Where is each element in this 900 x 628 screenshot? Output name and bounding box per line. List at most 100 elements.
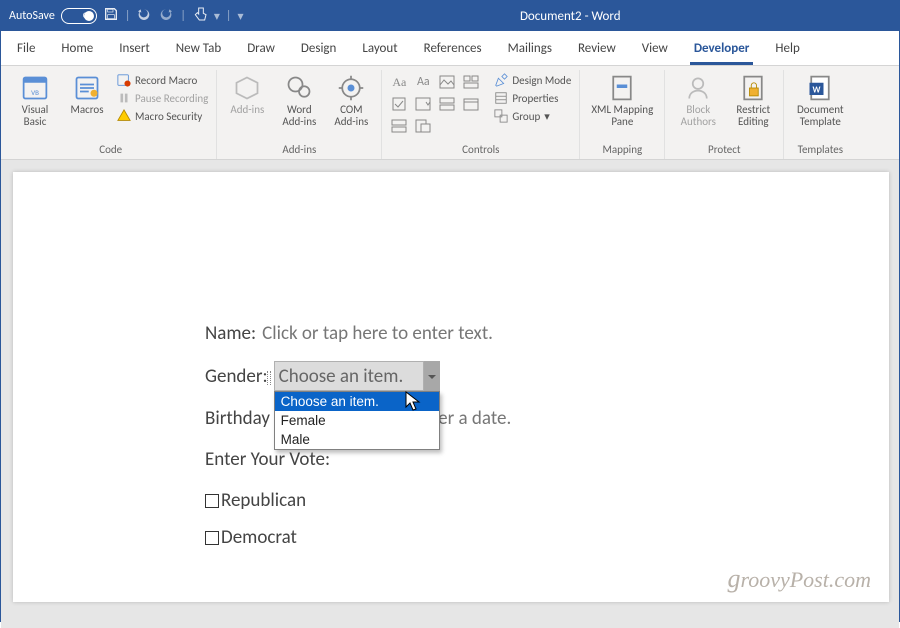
- tab-mailings[interactable]: Mailings: [504, 37, 556, 65]
- vote-label: Enter Your Vote:: [205, 448, 330, 471]
- gender-field: Gender: Choose an item. Choose an item. …: [205, 363, 889, 389]
- redo-icon[interactable]: [158, 6, 174, 26]
- document-page[interactable]: Name: Click or tap here to enter text. G…: [13, 172, 889, 602]
- watermark-text: roovyPost.com: [740, 567, 871, 592]
- autosave-state: Off: [83, 11, 93, 21]
- name-field[interactable]: Name: Click or tap here to enter text.: [205, 322, 889, 345]
- window-title: Document2 - Word: [249, 9, 891, 24]
- block-authors-label: Block Authors: [673, 104, 723, 128]
- save-icon[interactable]: [103, 6, 119, 26]
- pause-recording-label: Pause Recording: [135, 92, 208, 105]
- xml-mapping-label: XML Mapping Pane: [588, 104, 656, 128]
- record-macro-icon: [117, 73, 131, 87]
- pause-recording-icon: [117, 91, 131, 105]
- autosave-label: AutoSave: [9, 9, 55, 23]
- name-label: Name:: [205, 322, 256, 345]
- macro-security-button[interactable]: Macro Security: [115, 108, 210, 124]
- tab-layout[interactable]: Layout: [358, 37, 401, 65]
- control-repeating-button[interactable]: [388, 116, 410, 136]
- macros-button[interactable]: Macros: [63, 72, 111, 118]
- addins-icon: [233, 74, 261, 102]
- design-mode-icon: [494, 73, 508, 87]
- checkbox-republican[interactable]: [205, 494, 219, 508]
- vote-option-democrat-label: Democrat: [221, 526, 297, 549]
- mouse-cursor-icon: [405, 391, 421, 419]
- gender-label: Gender:: [205, 365, 268, 388]
- tab-help[interactable]: Help: [771, 37, 803, 65]
- vote-option-republican-label: Republican: [221, 489, 306, 512]
- tab-view[interactable]: View: [638, 37, 672, 65]
- group-protect-label: Protect: [671, 141, 777, 159]
- document-template-label: Document Template: [792, 104, 848, 128]
- gender-selected-value: Choose an item.: [279, 365, 404, 388]
- checkbox-democrat[interactable]: [205, 531, 219, 545]
- tab-newtab[interactable]: New Tab: [172, 37, 225, 65]
- group-addins-label: Add-ins: [223, 141, 375, 159]
- tab-design[interactable]: Design: [297, 37, 340, 65]
- group-label: Group: [512, 110, 540, 123]
- control-dropdown-button[interactable]: [436, 94, 458, 114]
- control-combobox-button[interactable]: [412, 94, 434, 114]
- chevron-down-icon: [427, 365, 437, 388]
- macro-security-label: Macro Security: [135, 110, 202, 123]
- autosave-toggle[interactable]: AutoSave Off: [9, 8, 97, 24]
- tab-insert[interactable]: Insert: [115, 37, 154, 65]
- record-macro-button[interactable]: Record Macro: [115, 72, 210, 88]
- control-legacy-button[interactable]: [412, 116, 434, 136]
- watermark: groovyPost.com: [727, 564, 871, 594]
- block-authors-button: Block Authors: [671, 72, 725, 130]
- chevron-down-icon: ▾: [544, 110, 550, 123]
- group-mapping: XML Mapping Pane Mapping: [580, 70, 665, 159]
- design-mode-button[interactable]: Design Mode: [492, 72, 573, 88]
- group-controls: Aa Aa Design Mode: [382, 70, 580, 159]
- group-controls-label: Controls: [388, 141, 573, 159]
- birthday-placeholder: ter a date.: [432, 407, 511, 430]
- group-code: VB Visual Basic Macros Record Macro Paus…: [5, 70, 217, 159]
- com-addins-icon: [337, 74, 365, 102]
- control-richtext-button[interactable]: Aa: [388, 72, 410, 92]
- ribbon: VB Visual Basic Macros Record Macro Paus…: [1, 66, 899, 160]
- vote-option-democrat[interactable]: Democrat: [205, 526, 889, 549]
- tab-review[interactable]: Review: [574, 37, 620, 65]
- document-template-button[interactable]: W Document Template: [790, 72, 850, 130]
- gender-option-male[interactable]: Male: [275, 430, 439, 449]
- restrict-editing-icon: [739, 74, 767, 102]
- tab-draw[interactable]: Draw: [243, 37, 279, 65]
- xml-mapping-button[interactable]: XML Mapping Pane: [586, 72, 658, 130]
- vote-option-republican[interactable]: Republican: [205, 489, 889, 512]
- group-addins: Add-ins Word Add-ins COM Add-ins Add-ins: [217, 70, 382, 159]
- control-picture-button[interactable]: [436, 72, 458, 92]
- group-button[interactable]: Group ▾: [492, 108, 573, 124]
- control-checkbox-button[interactable]: [388, 94, 410, 114]
- tab-references[interactable]: References: [420, 37, 486, 65]
- gender-dropdown-toggle[interactable]: [424, 361, 440, 391]
- gender-dropdown-display[interactable]: Choose an item.: [274, 361, 424, 391]
- properties-button[interactable]: Properties: [492, 90, 573, 106]
- group-icon: [494, 109, 508, 123]
- control-plaintext-button[interactable]: Aa: [412, 72, 434, 92]
- title-bar: AutoSave Off | | ▾ | ▾ Document2 - Word: [1, 1, 899, 31]
- pause-recording-button: Pause Recording: [115, 90, 210, 106]
- macros-label: Macros: [70, 104, 103, 116]
- undo-icon[interactable]: [136, 6, 152, 26]
- control-buildingblock-button[interactable]: [460, 72, 482, 92]
- group-code-label: Code: [11, 141, 210, 159]
- xml-mapping-icon: [608, 74, 636, 102]
- svg-text:VB: VB: [31, 88, 39, 97]
- touch-mode-icon[interactable]: [192, 6, 208, 26]
- control-datepicker-button[interactable]: [460, 94, 482, 114]
- autosave-switch[interactable]: Off: [61, 8, 97, 24]
- tab-developer[interactable]: Developer: [690, 37, 754, 65]
- tab-file[interactable]: File: [13, 37, 39, 65]
- com-addins-button[interactable]: COM Add-ins: [327, 72, 375, 130]
- com-addins-label: COM Add-ins: [329, 104, 373, 128]
- restrict-editing-button[interactable]: Restrict Editing: [729, 72, 777, 130]
- tab-home[interactable]: Home: [57, 37, 97, 65]
- content-control-handle-icon[interactable]: [267, 371, 271, 385]
- visual-basic-button[interactable]: VB Visual Basic: [11, 72, 59, 130]
- ribbon-tabs: File Home Insert New Tab Draw Design Lay…: [1, 31, 899, 66]
- word-addins-label: Word Add-ins: [277, 104, 321, 128]
- addins-button[interactable]: Add-ins: [223, 72, 271, 118]
- word-addins-button[interactable]: Word Add-ins: [275, 72, 323, 130]
- word-addins-icon: [285, 74, 313, 102]
